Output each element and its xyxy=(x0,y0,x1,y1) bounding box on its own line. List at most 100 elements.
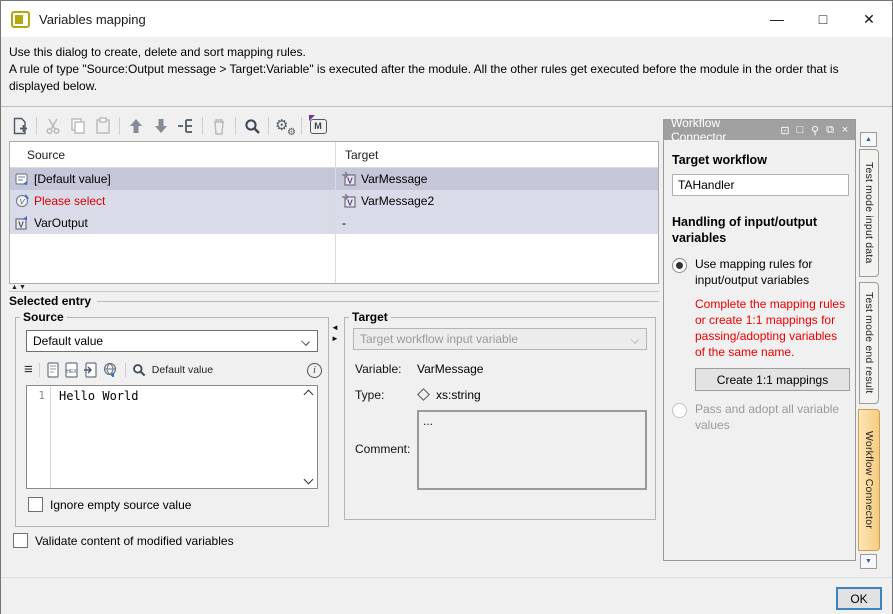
toolbar-separator xyxy=(235,117,236,135)
source-column-header: Source xyxy=(10,148,335,162)
rule-target-label: VarMessage2 xyxy=(361,194,434,208)
move-down-icon[interactable] xyxy=(150,115,172,137)
comment-label: Comment: xyxy=(355,442,417,456)
search-icon[interactable] xyxy=(132,363,146,377)
search-scope-label: Default value xyxy=(152,364,213,376)
validate-label: Validate content of modified variables xyxy=(35,534,234,548)
type-label: Type: xyxy=(355,388,417,402)
default-value-icon xyxy=(15,172,29,186)
mapping-rules-radio[interactable] xyxy=(672,258,687,273)
svg-text:HEX: HEX xyxy=(66,369,77,375)
source-value-text[interactable]: Hello World xyxy=(51,386,300,488)
target-workflow-field[interactable]: TAHandler xyxy=(672,174,849,196)
tabstrip-scroll-up[interactable]: ▲ xyxy=(860,132,877,147)
maximize-button[interactable]: □ xyxy=(800,1,846,37)
svg-text:V: V xyxy=(347,198,353,208)
delete-icon xyxy=(208,115,230,137)
heading-rule xyxy=(97,301,659,302)
close-button[interactable]: ✕ xyxy=(846,1,892,37)
ok-button[interactable]: OK xyxy=(836,587,882,610)
horizontal-splitter[interactable]: ▲▼ xyxy=(9,284,659,292)
panel-pin-icon[interactable]: ⚲ xyxy=(808,124,822,137)
vertical-splitter[interactable]: ◄ ► xyxy=(331,324,343,343)
splitter-expand-icon[interactable]: ▼ xyxy=(19,284,27,291)
workflow-connector-panel: Workflow Connector ⊡ □ ⚲ ⧉ × Target work… xyxy=(663,119,856,561)
scroll-up-icon[interactable] xyxy=(304,390,314,400)
rule-target-label: VarMessage xyxy=(361,172,427,186)
source-value-editor[interactable]: 1 Hello World xyxy=(26,385,318,489)
toolbar-separator xyxy=(268,117,269,135)
source-group: Source Default value ≡ HEX Default value… xyxy=(15,310,329,527)
module-mapping-icon[interactable]: M xyxy=(307,115,329,137)
mapping-rules-radio-row: Use mapping rules for input/output varia… xyxy=(672,256,847,288)
panel-title: Workflow Connector xyxy=(671,116,778,144)
xsd-type-icon xyxy=(417,388,430,401)
text-view-icon[interactable] xyxy=(46,362,60,378)
source-type-value: Default value xyxy=(33,334,103,348)
toolbar-separator xyxy=(39,363,40,377)
mapping-toolbar: ⚙⚙ M xyxy=(9,113,329,139)
paste-icon xyxy=(92,115,114,137)
rule-target-label: - xyxy=(342,216,346,230)
import-file-icon[interactable] xyxy=(83,362,98,378)
source-type-combobox[interactable]: Default value xyxy=(26,330,318,352)
scroll-down-icon[interactable] xyxy=(304,475,314,485)
tab-workflow-connector[interactable]: Workflow Connector xyxy=(858,409,880,551)
tab-test-mode-end-result[interactable]: Test mode end result xyxy=(859,282,879,404)
create-mappings-button[interactable]: Create 1:1 mappings xyxy=(695,368,850,391)
target-type-value: Target workflow input variable xyxy=(360,332,518,346)
app-icon xyxy=(11,11,30,28)
new-rule-icon[interactable] xyxy=(9,115,31,137)
target-workflow-heading: Target workflow xyxy=(672,152,847,168)
variable-input-icon: V xyxy=(342,172,356,186)
type-value: xs:string xyxy=(436,388,481,402)
svg-text:V: V xyxy=(347,176,353,186)
table-row[interactable]: V Please select V VarMessage2 xyxy=(10,190,658,212)
settings-gears-icon[interactable]: ⚙⚙ xyxy=(274,115,296,137)
splitter-collapse-icon[interactable]: ▲ xyxy=(11,284,19,291)
copy-icon xyxy=(67,115,89,137)
editor-scrollbar[interactable] xyxy=(300,386,317,488)
window-controls: — □ ✕ xyxy=(754,1,892,37)
selected-entry-heading: Selected entry xyxy=(9,294,659,308)
variable-value: VarMessage xyxy=(417,362,483,376)
mapping-rules-table[interactable]: Source Target [Default value] V VarMessa… xyxy=(9,141,659,284)
panel-titlebar[interactable]: Workflow Connector ⊡ □ ⚲ ⧉ × xyxy=(664,120,855,140)
panel-dock-icon[interactable]: ⊡ xyxy=(778,124,792,137)
move-up-icon[interactable] xyxy=(125,115,147,137)
ignore-empty-checkbox[interactable] xyxy=(28,497,43,512)
minimize-button[interactable]: — xyxy=(754,1,800,37)
panel-close-icon[interactable]: × xyxy=(838,124,852,137)
tab-test-mode-input-data[interactable]: Test mode input data xyxy=(859,149,879,277)
toolbar-separator xyxy=(301,117,302,135)
variable-input-icon: V xyxy=(342,194,356,208)
window-titlebar: Variables mapping — □ ✕ xyxy=(1,1,892,37)
svg-text:V: V xyxy=(18,220,24,230)
comment-box: ... xyxy=(417,410,647,490)
pending-variable-icon: V xyxy=(15,194,29,208)
window-title: Variables mapping xyxy=(39,12,146,27)
tabstrip-scroll-down[interactable]: ▼ xyxy=(860,554,877,569)
target-column-header: Target xyxy=(335,148,378,162)
url-link-icon[interactable] xyxy=(102,362,119,378)
splitter-left-icon[interactable]: ◄ xyxy=(331,324,343,332)
splitter-right-icon[interactable]: ► xyxy=(331,335,343,343)
mapping-rules-radio-label: Use mapping rules for input/output varia… xyxy=(695,256,847,288)
menu-icon[interactable]: ≡ xyxy=(24,363,33,377)
hex-view-icon[interactable]: HEX xyxy=(64,362,79,378)
target-group-label: Target xyxy=(349,310,391,324)
info-icon[interactable]: i xyxy=(307,363,322,378)
table-row[interactable]: V VarOutput - xyxy=(10,212,658,234)
panel-float-icon[interactable]: ⧉ xyxy=(823,124,837,137)
target-group: Target Target workflow input variable Va… xyxy=(344,310,656,520)
dialog-description: Use this dialog to create, delete and so… xyxy=(1,37,892,107)
validate-checkbox[interactable] xyxy=(13,533,28,548)
sort-tree-icon[interactable] xyxy=(175,115,197,137)
pass-adopt-radio-label: Pass and adopt all variable values xyxy=(695,401,847,433)
ignore-empty-checkbox-row: Ignore empty source value xyxy=(28,497,328,512)
panel-maximize-icon[interactable]: □ xyxy=(793,124,807,137)
table-row[interactable]: [Default value] V VarMessage xyxy=(10,168,658,190)
type-row: Type: xs:string xyxy=(355,388,655,402)
search-icon[interactable] xyxy=(241,115,263,137)
description-line2: A rule of type "Source:Output message > … xyxy=(9,61,884,95)
